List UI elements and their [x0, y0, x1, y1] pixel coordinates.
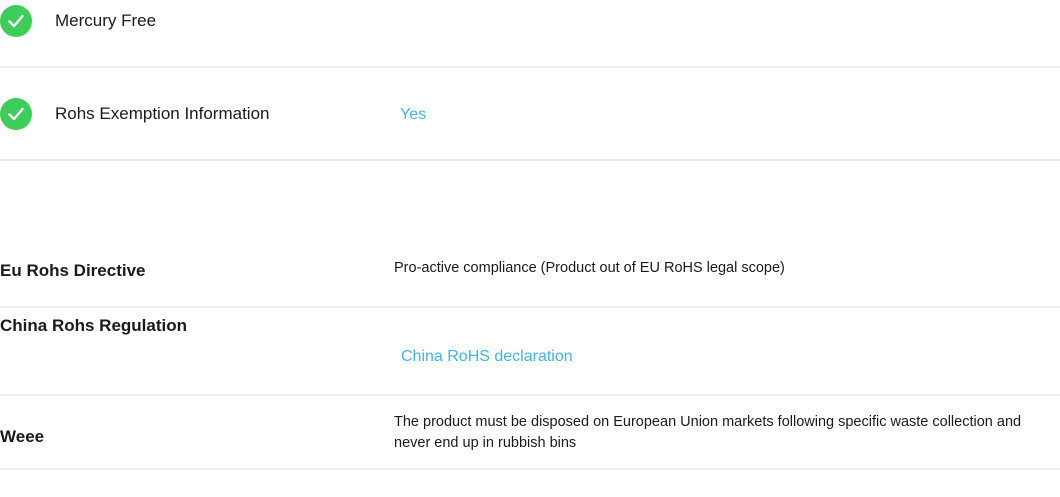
china-rohs-declaration-link[interactable]: China RoHS declaration — [401, 348, 573, 366]
regulation-row-eu-rohs: Eu Rohs Directive Pro-active compliance … — [0, 256, 1060, 308]
check-label: Mercury Free — [55, 11, 157, 30]
environmental-compliance-panel: Mercury Free Rohs Exemption Information … — [0, 0, 1060, 497]
checkmark-circle-icon — [0, 98, 32, 130]
checkmark-circle-icon — [0, 5, 32, 37]
regulation-row-china-rohs: China Rohs Regulation China RoHS declara… — [0, 308, 1060, 396]
rohs-exemption-link[interactable]: Yes — [400, 106, 426, 124]
regulation-row-weee: Weee The product must be disposed on Eur… — [0, 396, 1060, 470]
regulation-label: China Rohs Regulation — [0, 316, 187, 335]
regulation-value: Pro-active compliance (Product out of EU… — [394, 260, 785, 276]
regulation-label: Eu Rohs Directive — [0, 261, 146, 280]
regulation-value: The product must be disposed on European… — [394, 414, 1022, 451]
check-label: Rohs Exemption Information — [55, 104, 270, 123]
check-row-mercury-free: Mercury Free — [0, 0, 1060, 68]
check-row-rohs-exemption: Rohs Exemption Information Yes — [0, 66, 1060, 161]
regulation-label: Weee — [0, 427, 45, 446]
